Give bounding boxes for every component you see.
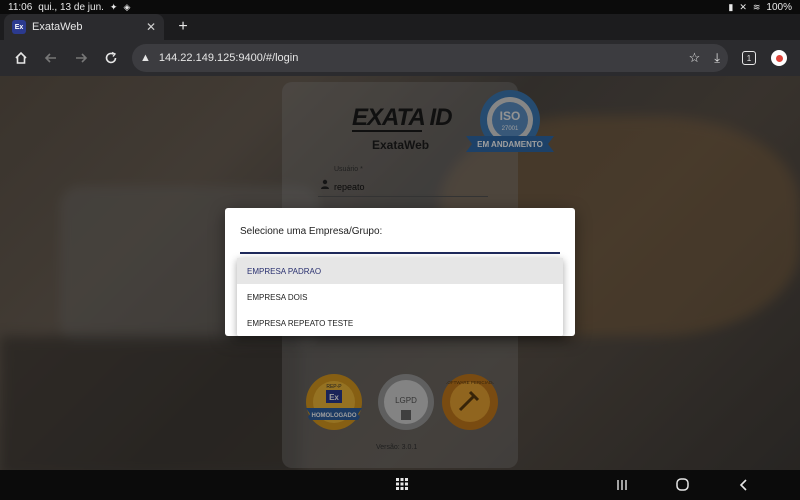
back-button[interactable] <box>36 43 66 73</box>
accessibility-icon: ✦ <box>109 1 118 12</box>
wifi-icon: ≋ <box>752 1 761 12</box>
favicon-icon: Ex <box>12 20 26 34</box>
back-nav-icon[interactable] <box>738 478 750 494</box>
status-time: 11:06 <box>8 1 33 13</box>
company-select-dialog: Selecione uma Empresa/Grupo: EMPRESA PAD… <box>225 208 575 336</box>
download-icon[interactable]: ⤓ <box>714 50 720 66</box>
dialog-title: Selecione uma Empresa/Grupo: <box>240 226 383 237</box>
tab-exataweb[interactable]: Ex ExataWeb ✕ <box>4 14 164 40</box>
recent-apps-icon[interactable] <box>616 478 628 494</box>
home-icon <box>15 51 27 64</box>
status-date: qui., 13 de jun. <box>38 1 104 13</box>
reload-icon <box>105 51 117 64</box>
profile-avatar-icon <box>771 50 787 66</box>
option-empresa-padrao[interactable]: EMPRESA PADRAO <box>237 258 563 284</box>
option-empresa-repeato-teste[interactable]: EMPRESA REPEATO TESTE <box>237 310 563 336</box>
system-nav-bar <box>0 470 800 500</box>
tab-strip: Ex ExataWeb ✕ + <box>0 14 800 40</box>
option-empresa-dois[interactable]: EMPRESA DOIS <box>237 284 563 310</box>
company-dropdown-list: EMPRESA PADRAO EMPRESA DOIS EMPRESA REPE… <box>237 258 563 336</box>
app-drawer-icon[interactable] <box>396 477 408 493</box>
address-bar[interactable]: ▲ 144.22.149.125:9400/#/login ☆ ⤓ <box>132 44 728 72</box>
battery-level: 100% <box>766 1 792 13</box>
tab-switcher-button[interactable]: 1 <box>734 43 764 73</box>
mute-icon: ✕ <box>739 1 747 12</box>
profile-button[interactable] <box>764 43 794 73</box>
remote-icon: ◈ <box>123 1 131 12</box>
tab-title: ExataWeb <box>32 21 83 33</box>
forward-arrow-icon <box>76 53 88 63</box>
reload-button[interactable] <box>96 43 126 73</box>
new-tab-button[interactable]: + <box>170 14 196 40</box>
company-select-underline <box>240 252 560 254</box>
close-tab-icon[interactable]: ✕ <box>146 20 156 34</box>
url-text[interactable]: 144.22.149.125:9400/#/login <box>159 52 675 64</box>
page-viewport: EXATA ID ExataWeb ISO 27001 EM ANDAMENTO… <box>0 76 800 470</box>
home-button[interactable] <box>6 43 36 73</box>
browser-toolbar: ▲ 144.22.149.125:9400/#/login ☆ ⤓ 1 <box>0 40 800 76</box>
forward-button[interactable] <box>66 43 96 73</box>
tab-count: 1 <box>742 51 756 65</box>
not-secure-warning-icon[interactable]: ▲ <box>140 52 151 64</box>
home-nav-icon[interactable] <box>676 478 689 494</box>
battery-saver-icon: ▮ <box>728 1 734 12</box>
bookmark-star-icon[interactable]: ☆ <box>689 50 701 66</box>
back-arrow-icon <box>44 53 56 63</box>
status-bar: 11:06 qui., 13 de jun. ✦ ◈ ▮ ✕ ≋ 100% <box>0 0 800 14</box>
